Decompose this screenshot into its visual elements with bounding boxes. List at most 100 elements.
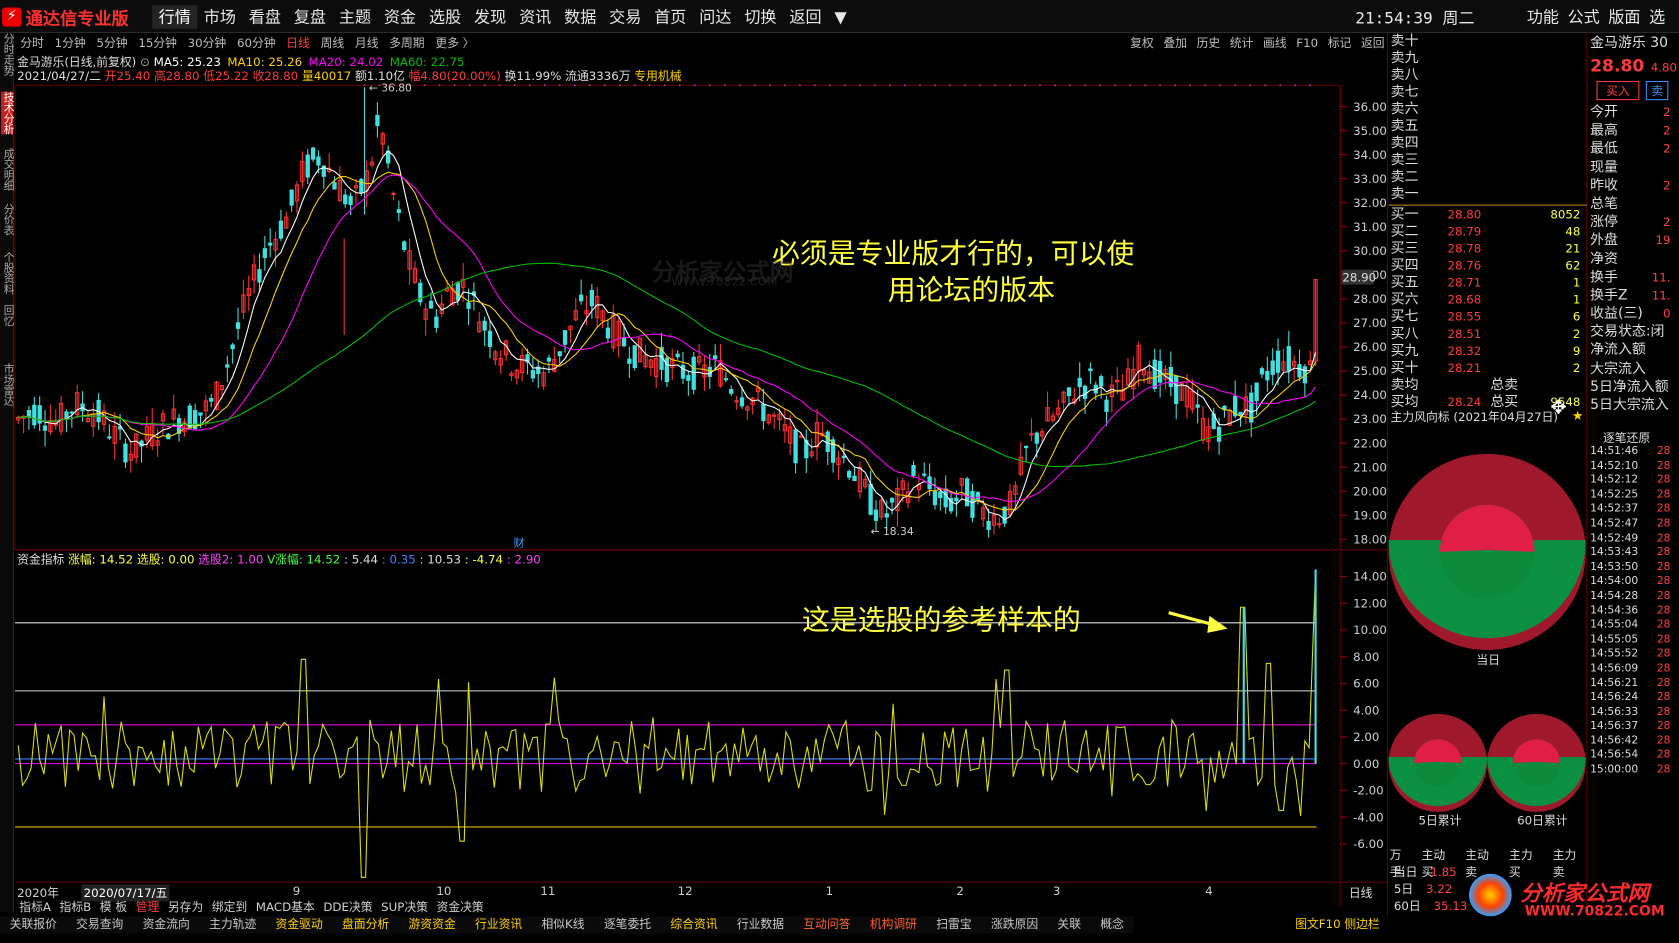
marker-dot (994, 84, 996, 87)
bottom-tab-8[interactable]: 相似K线 (532, 916, 594, 933)
bottom-tab-12[interactable]: 互动问答 (794, 916, 860, 933)
bottom-tab-5[interactable]: 盘面分析 (332, 916, 398, 933)
ask-row[interactable]: 卖六 (1388, 101, 1586, 118)
ind-tab-7[interactable]: DDE决策 (319, 899, 377, 915)
ind-tab-8[interactable]: SUP决策 (377, 899, 432, 915)
bid-price: 28.79 (1447, 224, 1482, 239)
marker-dot (1309, 84, 1312, 87)
candle-body (1265, 370, 1270, 381)
bid-row[interactable]: 买三 28.78 21 (1388, 241, 1586, 258)
trade-time: 14:56:37 (1590, 720, 1639, 733)
bottom-tab-10[interactable]: 综合资讯 (661, 916, 727, 933)
bottom-tab-2[interactable]: 资金流向 (133, 916, 199, 933)
trade-price: 28 (1656, 517, 1671, 530)
bid-row[interactable]: 买九 28.32 9 (1388, 343, 1586, 360)
bottom-tab-0[interactable]: 关联报价 (0, 916, 66, 933)
ind-tab-6[interactable]: MACD基本 (252, 899, 320, 915)
candle-body (1168, 366, 1173, 388)
candle-body (798, 435, 804, 438)
bid-row[interactable]: 买五 28.71 1 (1388, 275, 1586, 292)
ask-row[interactable]: 卖十 (1388, 33, 1586, 50)
bottom-tabs: 关联报价 交易查询 资金流向 主力轨迹 资金驱动 盘面分析 游资资金 行业资讯 相似K线 逐笔委托… (0, 916, 1134, 934)
quote-field-label: 涨停 (1590, 214, 1618, 231)
quote-field-row: 净资 (1588, 250, 1679, 268)
trade-row: 14:55:05 28 (1588, 633, 1679, 647)
ind-tab-2[interactable]: 模 板 (96, 899, 132, 915)
trade-row: 14:52:12 28 (1588, 473, 1679, 487)
price-tick-label: 30.00 (1353, 244, 1387, 258)
marker-dot (498, 84, 501, 87)
bottom-tab-14[interactable]: 扫雷宝 (927, 916, 982, 933)
ind-tab-1[interactable]: 指标B (55, 899, 95, 915)
ask-row[interactable]: 卖八 (1388, 67, 1586, 84)
annotation-1-line2: 用论坛的版本 (887, 274, 1056, 307)
bottom-tab-13[interactable]: 机构调研 (860, 916, 926, 933)
bid-row[interactable]: 买八 28.51 2 (1388, 326, 1586, 343)
ind-tab-3[interactable]: 管理 (131, 899, 163, 915)
marker-dot (603, 84, 606, 87)
quote-field-value: 11. (1651, 270, 1671, 285)
bottom-tab-1[interactable]: 交易查询 (66, 916, 132, 933)
ind-xg2: 选股2: 1.00 (198, 552, 264, 567)
marker-dot (1129, 84, 1131, 87)
marker-dot (633, 84, 636, 87)
ind-tick-label: 12.00 (1353, 596, 1387, 610)
bid-row[interactable]: 买六 28.68 1 (1388, 292, 1586, 309)
ask-row[interactable]: 卖九 (1388, 50, 1586, 67)
bottom-tab-17[interactable]: 概念 (1091, 916, 1134, 933)
ask-row[interactable]: 卖四 (1388, 135, 1586, 152)
trade-time: 15:00:00 (1590, 764, 1639, 776)
quote-panel: 金马游乐 30 28.80 4.80 买入卖今开 2 最高 2 最低 2 现量 昨收 2 总笔 涨停 2 外盘… (1588, 33, 1679, 415)
ask-row[interactable]: 卖七 (1388, 84, 1586, 101)
ob-divider (1388, 204, 1587, 206)
star-icon[interactable]: ★ (1572, 408, 1584, 423)
bottom-tab-6[interactable]: 游资资金 (399, 916, 465, 933)
ind-tab-5[interactable]: 绑定到 (208, 899, 252, 915)
candle-body (187, 405, 192, 429)
bid-row[interactable]: 买二 28.79 48 (1388, 224, 1586, 241)
ind-tab-9[interactable]: 资金决策 (432, 899, 488, 915)
x-month-1: 10 (436, 884, 452, 899)
ask-label: 卖三 (1390, 152, 1419, 169)
bottom-tab-15[interactable]: 涨跌原因 (981, 916, 1047, 933)
bid-row[interactable]: 买四 28.76 62 (1388, 258, 1586, 275)
stats-row-label: 当日 (1393, 865, 1418, 880)
candle-body (761, 403, 766, 422)
bid-price: 28.78 (1447, 241, 1482, 256)
candle-body (26, 410, 32, 418)
bottom-tab-16[interactable]: 关联 (1048, 916, 1091, 933)
ask-row[interactable]: 卖三 (1388, 152, 1586, 169)
bid-row[interactable]: 买一 28.80 8052 (1388, 207, 1586, 224)
ind-tab-0[interactable]: 指标A (15, 899, 55, 915)
marker-dot (573, 84, 576, 87)
price-tick-label: 26.00 (1353, 340, 1387, 354)
bid-label: 买四 (1390, 257, 1419, 274)
candle-body (434, 316, 439, 328)
candle-body (729, 389, 734, 394)
bid-row[interactable]: 买十 28.21 2 (1388, 360, 1586, 377)
marker-dot (693, 84, 696, 87)
ask-row[interactable]: 卖二 (1388, 169, 1586, 186)
sell-button[interactable]: 卖 (1645, 80, 1669, 101)
sidebar-toggle[interactable]: 图文F10 侧边栏 (1295, 916, 1380, 933)
marker-dot (1294, 84, 1297, 87)
marker-dot (1024, 84, 1026, 87)
bottom-tab-4[interactable]: 资金驱动 (266, 916, 332, 933)
quote-change: 4.80 (1650, 60, 1678, 75)
bottom-tab-3[interactable]: 主力轨迹 (199, 916, 265, 933)
bottom-tab-11[interactable]: 行业数据 (727, 916, 793, 933)
candle-body (402, 241, 407, 250)
candle-body (589, 289, 594, 307)
bid-row[interactable]: 买七 28.55 6 (1388, 309, 1586, 326)
candle-body (209, 398, 214, 402)
buy-button[interactable]: 买入 (1596, 80, 1640, 101)
candle-body (680, 364, 686, 379)
bottom-tab-9[interactable]: 逐笔委托 (594, 916, 660, 933)
ask-row[interactable]: 卖一 (1388, 186, 1586, 203)
trade-time: 14:52:37 (1590, 503, 1639, 516)
bid-volume: 48 (1565, 224, 1581, 239)
ask-row[interactable]: 卖五 (1388, 118, 1586, 135)
quote-field-row: 5日大宗流入 (1588, 396, 1679, 414)
bottom-tab-7[interactable]: 行业资讯 (465, 916, 531, 933)
ind-tab-4[interactable]: 另存为 (164, 899, 208, 915)
